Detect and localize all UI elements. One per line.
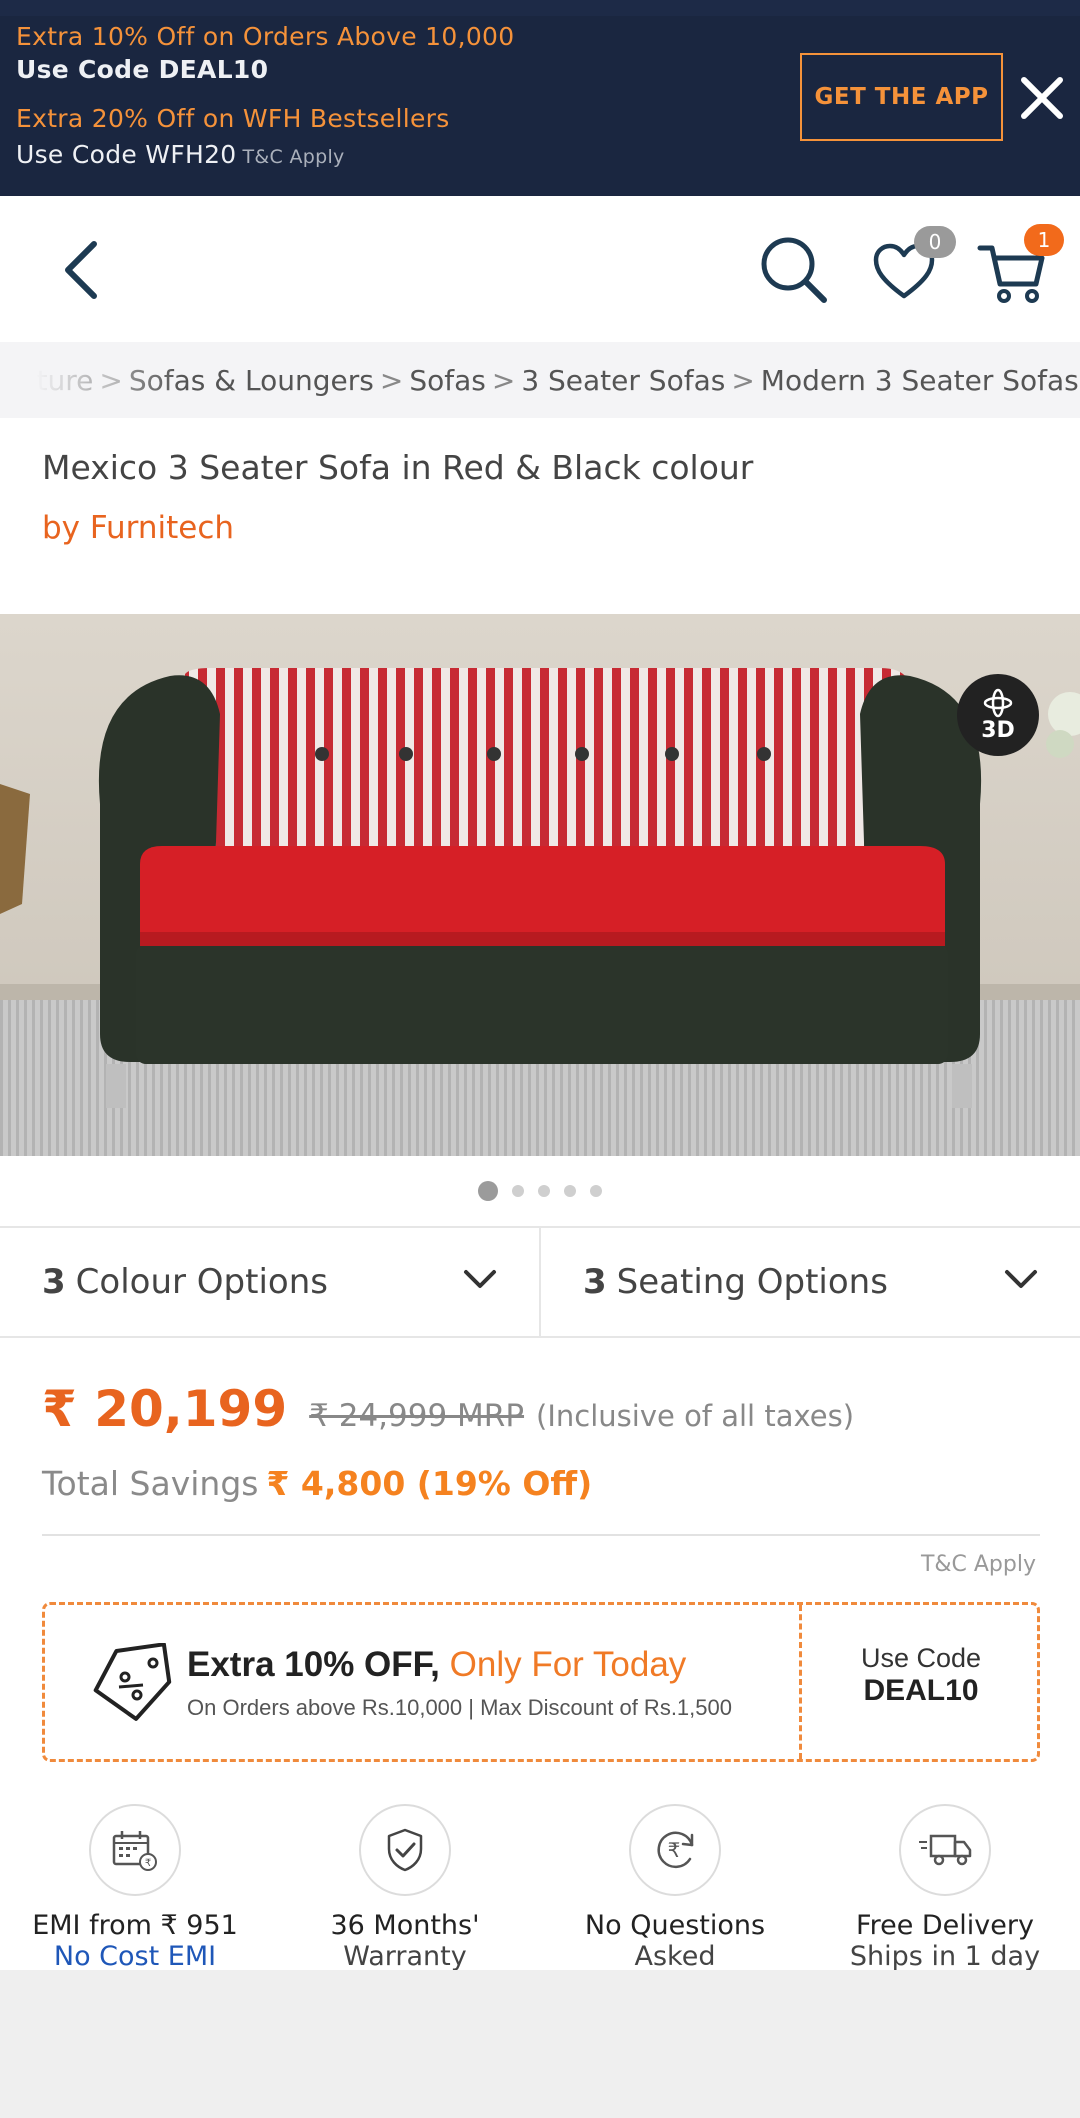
breadcrumb-separator: >	[731, 363, 755, 397]
price-section: ₹ 20,199 ₹ 24,999 MRP (Inclusive of all …	[0, 1338, 1080, 1970]
warranty-shield-icon	[387, 1828, 423, 1872]
coupon-headline-today: Only For Today	[449, 1645, 687, 1684]
status-strip	[0, 0, 1080, 16]
feature-free-delivery-label: Free Delivery	[856, 1910, 1034, 1941]
promo-code-1: Use Code DEAL10	[16, 55, 269, 84]
feature-warranty-sublabel: Warranty	[343, 1941, 467, 1970]
close-icon[interactable]	[1014, 70, 1070, 126]
breadcrumb-separator: >	[379, 363, 404, 397]
coupon-code-box: Use Code DEAL10	[802, 1643, 1040, 1708]
price-row: ₹ 20,199 ₹ 24,999 MRP (Inclusive of all …	[42, 1380, 854, 1438]
savings-value: ₹ 4,800 (19% Off)	[266, 1464, 593, 1503]
carousel-dot[interactable]	[564, 1185, 576, 1197]
promo-banner: Extra 10% Off on Orders Above 10,000 Use…	[0, 0, 1080, 196]
seating-options-count: 3	[583, 1262, 607, 1302]
feature-emi[interactable]: ₹ EMI from ₹ 951 No Cost EMI	[0, 1804, 270, 1970]
use-code-label: Use Code	[860, 1643, 982, 1673]
feature-no-questions[interactable]: ₹ No Questions Asked	[540, 1804, 810, 1970]
breadcrumb-fade	[0, 342, 180, 418]
search-icon[interactable]	[758, 234, 830, 306]
savings-label: Total Savings	[42, 1464, 259, 1503]
view-3d-button[interactable]: 3D	[957, 674, 1039, 756]
carousel-dot[interactable]	[512, 1185, 524, 1197]
price-section-clip: ₹ 20,199 ₹ 24,999 MRP (Inclusive of all …	[0, 1338, 1080, 1970]
feature-no-questions-circle: ₹	[629, 1804, 721, 1896]
divider	[42, 1534, 1040, 1536]
breadcrumb-separator: >	[491, 363, 516, 397]
rupee-return-icon: ₹	[657, 1831, 694, 1869]
emi-calendar-icon: ₹	[112, 1831, 157, 1871]
features-row: ₹ EMI from ₹ 951 No Cost EMI 36 Months'	[0, 1804, 1080, 1970]
breadcrumb-item-3-seater-sofas[interactable]: 3 Seater Sofas	[521, 364, 725, 397]
product-header: Mexico 3 Seater Sofa in Red & Black colo…	[0, 418, 1080, 614]
colour-options-dropdown[interactable]: 3 Colour Options	[0, 1228, 539, 1336]
svg-text:₹: ₹	[145, 1858, 151, 1869]
coupon-subtext: On Orders above Rs.10,000 | Max Discount…	[187, 1695, 732, 1720]
feature-no-questions-label: No Questions	[584, 1910, 766, 1941]
feature-warranty-circle	[359, 1804, 451, 1896]
bottom-empty-area	[0, 1970, 1080, 2118]
coupon-headline: Extra 10% OFF, Only For Today	[187, 1645, 686, 1685]
total-savings: Total Savings ₹ 4,800 (19% Off)	[42, 1464, 592, 1503]
feature-emi-label: EMI from ₹ 951	[32, 1910, 238, 1941]
cart-count-badge: 1	[1024, 224, 1064, 256]
breadcrumb: rniture > Sofas & Loungers > Sofas > 3 S…	[0, 342, 1080, 418]
colour-options-count: 3	[42, 1262, 66, 1302]
3d-rotate-icon	[983, 688, 1013, 717]
feature-no-questions-sublabel: Asked	[634, 1941, 716, 1970]
mrp-price: ₹ 24,999 MRP	[309, 1398, 525, 1434]
product-page: Extra 10% Off on Orders Above 10,000 Use…	[0, 0, 1080, 2118]
chevron-down-icon	[464, 1270, 496, 1288]
carousel-dot[interactable]	[590, 1185, 602, 1197]
current-price: ₹ 20,199	[42, 1380, 288, 1438]
feature-free-delivery[interactable]: Free Delivery Ships in 1 day	[810, 1804, 1080, 1970]
get-the-app-button[interactable]: GET THE APP	[800, 53, 1003, 141]
colour-options-label: Colour Options	[75, 1262, 328, 1302]
view-3d-label: 3D	[981, 717, 1015, 743]
promo-code-2-text: Use Code WFH20	[16, 140, 237, 169]
coupon-headline-bold: Extra 10% OFF,	[187, 1645, 440, 1684]
product-image[interactable]	[0, 614, 1080, 1156]
breadcrumb-item-sofas[interactable]: Sofas	[409, 364, 486, 397]
seating-options-dropdown[interactable]: 3 Seating Options	[539, 1228, 1080, 1336]
promo-offer-2: Extra 20% Off on WFH Bestsellers	[16, 104, 450, 133]
svg-text:₹: ₹	[668, 1838, 681, 1862]
app-header: 0 1	[0, 196, 1080, 342]
image-carousel-dots	[0, 1156, 1080, 1226]
breadcrumb-item-modern-3-seater-sofas[interactable]: Modern 3 Seater Sofas	[761, 364, 1079, 397]
tax-note: (Inclusive of all taxes)	[536, 1399, 855, 1433]
delivery-truck-icon	[919, 1834, 972, 1866]
seating-options-label: Seating Options	[616, 1262, 888, 1302]
feature-emi-link[interactable]: No Cost EMI	[0, 1941, 270, 1970]
coupon-offer-card[interactable]: Extra 10% OFF, Only For Today On Orders …	[42, 1602, 1040, 1762]
chevron-down-icon	[1005, 1270, 1037, 1288]
brand-link[interactable]: by Furnitech	[42, 510, 234, 546]
feature-free-delivery-sublabel: Ships in 1 day	[849, 1941, 1041, 1970]
promo-offer-1: Extra 10% Off on Orders Above 10,000	[16, 22, 515, 51]
discount-tag-icon	[93, 1643, 172, 1721]
feature-warranty[interactable]: 36 Months' Warranty	[270, 1804, 540, 1970]
tc-apply-link[interactable]: T&C Apply	[921, 1552, 1036, 1577]
promo-code-2: Use Code WFH20 T&C Apply	[16, 140, 345, 169]
carousel-dot[interactable]	[478, 1181, 498, 1201]
product-title: Mexico 3 Seater Sofa in Red & Black colo…	[42, 448, 754, 487]
feature-warranty-label: 36 Months'	[330, 1910, 480, 1941]
promo-tc: T&C Apply	[242, 146, 345, 168]
variant-options: 3 Colour Options 3 Seating Options	[0, 1226, 1080, 1338]
feature-emi-circle: ₹	[89, 1804, 181, 1896]
sofa-image	[0, 614, 1080, 1156]
wishlist-count-badge: 0	[914, 226, 956, 258]
coupon-code: DEAL10	[863, 1674, 979, 1707]
carousel-dot[interactable]	[538, 1185, 550, 1197]
feature-free-delivery-circle	[899, 1804, 991, 1896]
back-arrow-icon[interactable]	[58, 238, 102, 302]
